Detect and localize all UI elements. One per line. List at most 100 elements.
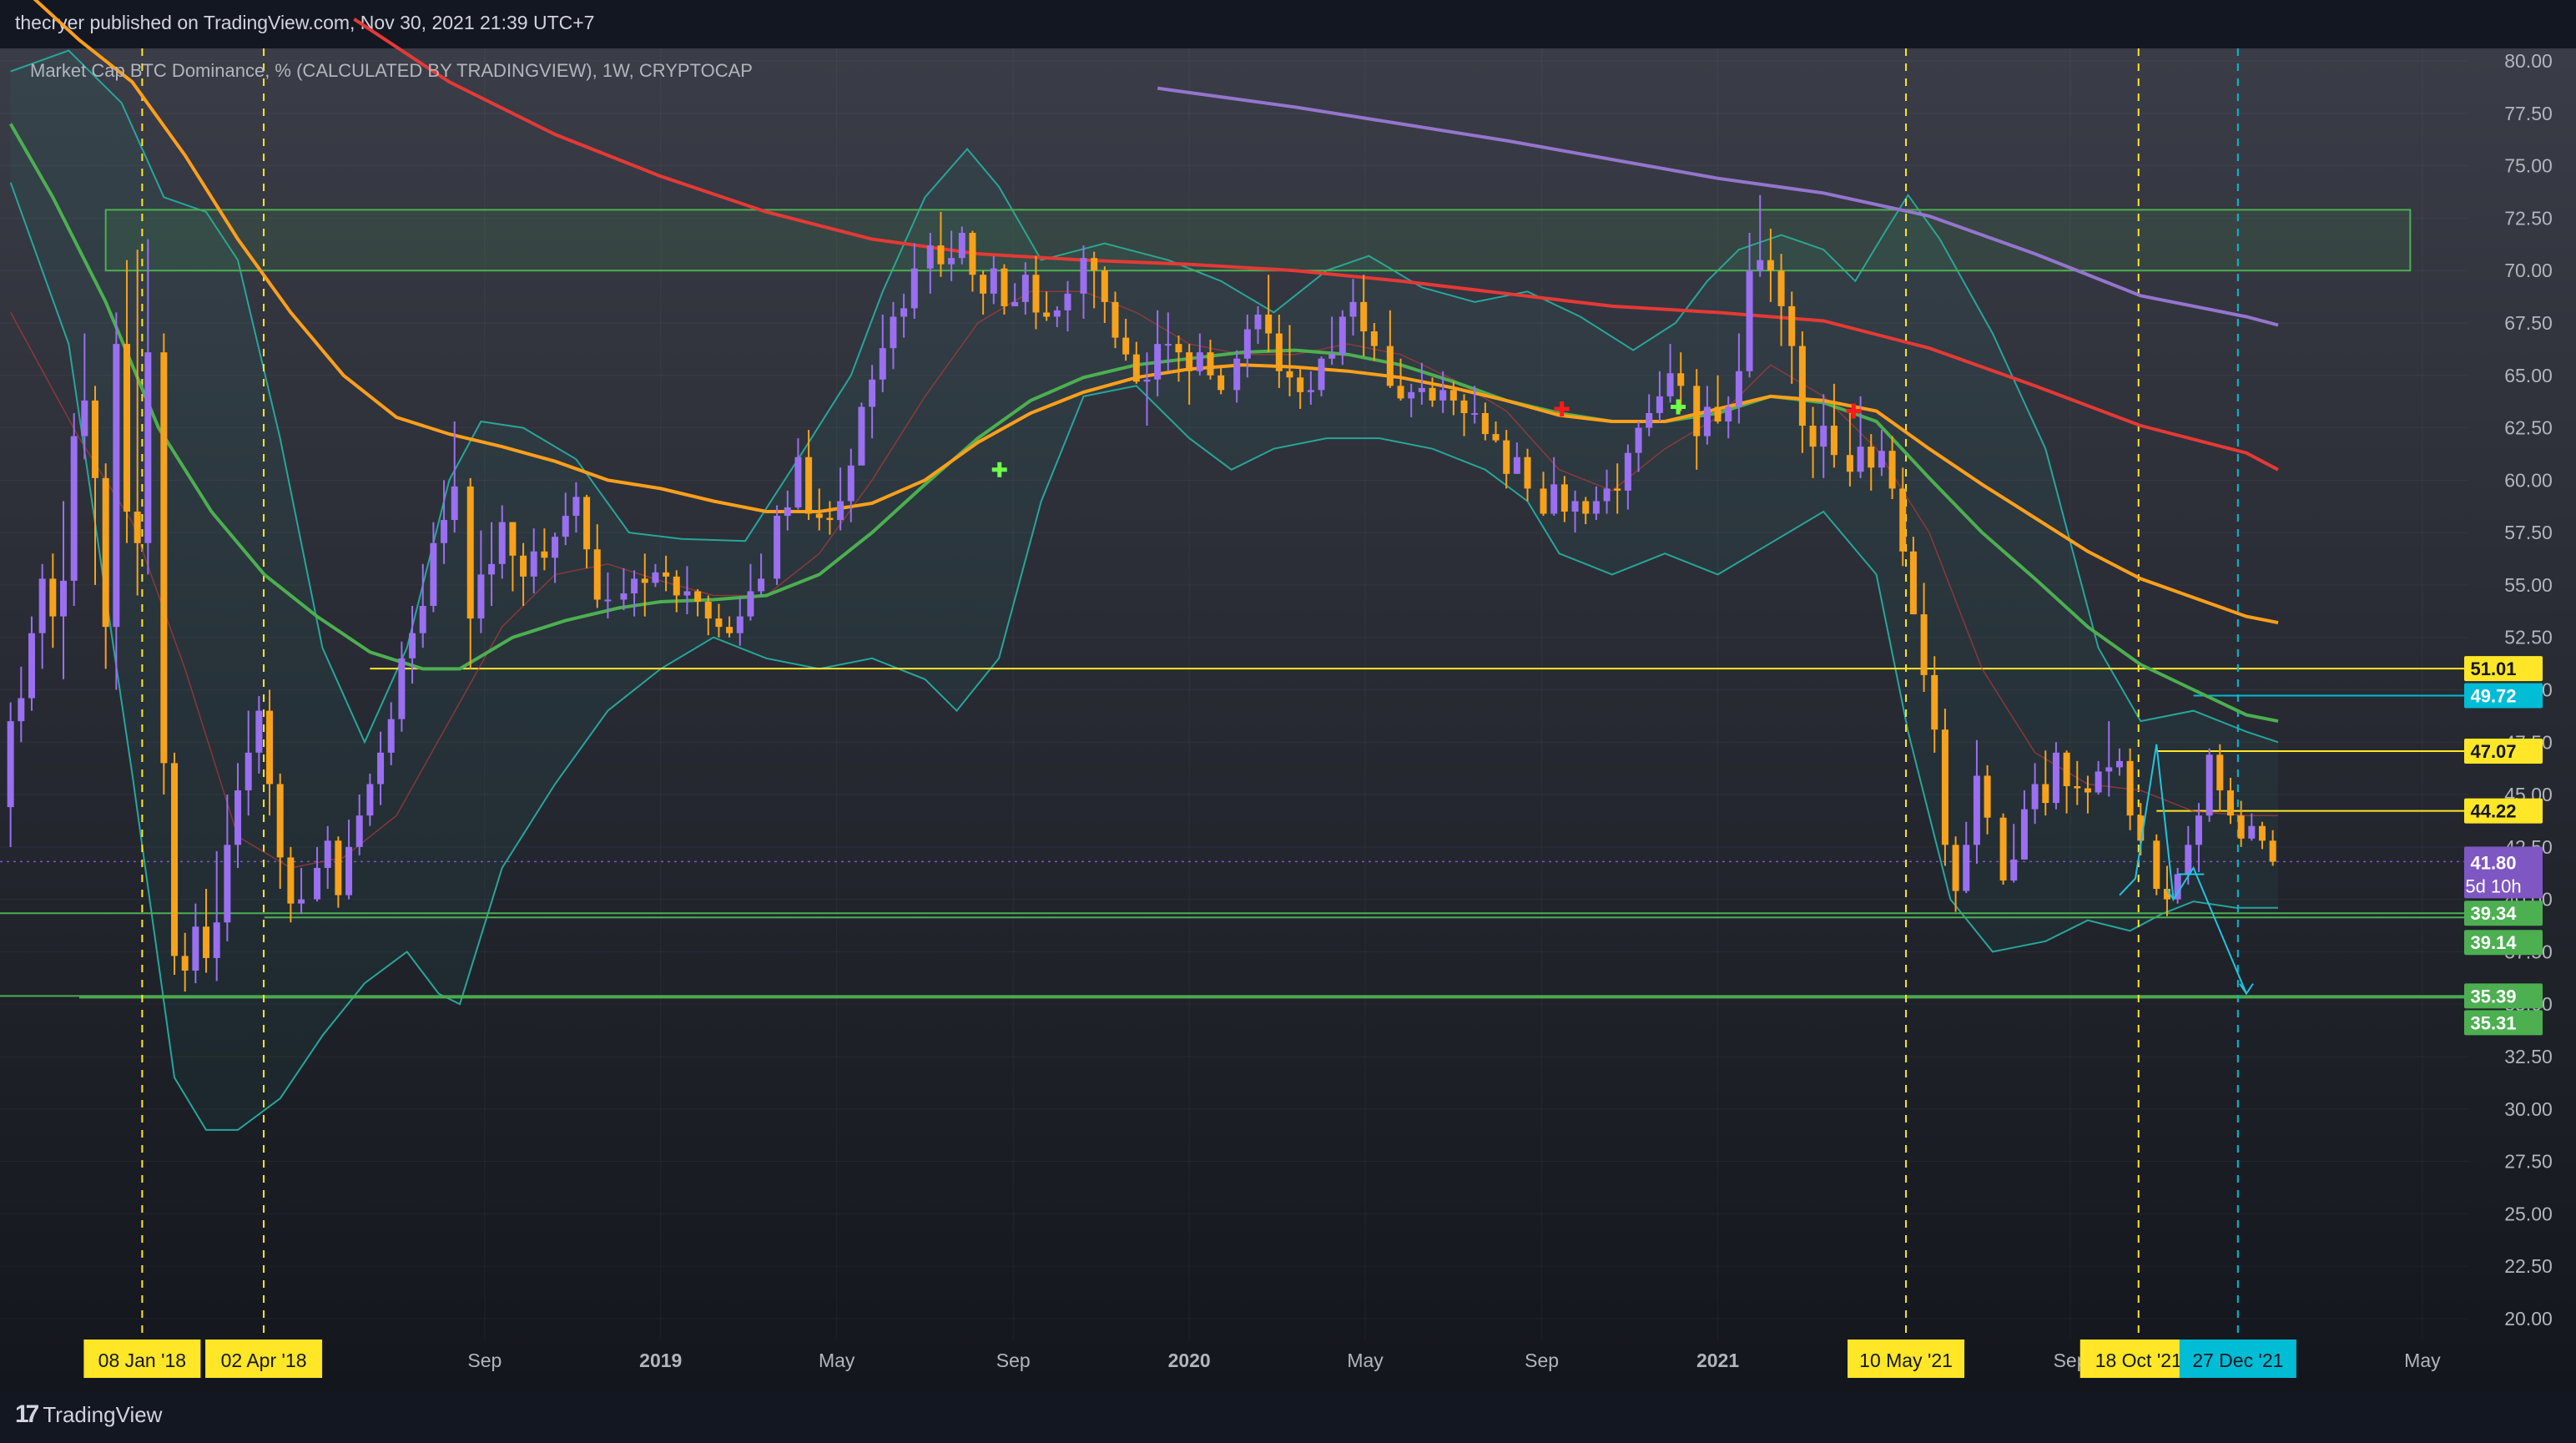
candle-body (1941, 729, 1948, 845)
price-label-text: 47.07 (2470, 741, 2516, 762)
candle-body (1677, 373, 1685, 386)
candle-body (990, 268, 997, 294)
candle-body (1233, 358, 1241, 391)
candle-body (1857, 447, 1864, 472)
candle-body (1217, 375, 1225, 391)
date-label-text: 10 May '21 (1859, 1350, 1953, 1371)
candle-body (1899, 488, 1907, 552)
candle-body (1164, 344, 1172, 346)
y-tick-label: 55.00 (2504, 574, 2553, 596)
candle-body (530, 551, 537, 577)
candle-body (1973, 775, 1980, 845)
candle-body (124, 344, 131, 512)
candle-body (631, 578, 638, 593)
candle-body (1021, 275, 1029, 302)
candle-body (1001, 268, 1008, 306)
candle-body (1878, 451, 1885, 468)
candle-body (1043, 312, 1051, 317)
candle-body (1888, 451, 1896, 489)
y-tick-label: 27.50 (2504, 1151, 2553, 1173)
candle-body (1080, 258, 1087, 294)
candle-body (1101, 270, 1108, 302)
candle-body (704, 602, 712, 619)
candle-body (1449, 390, 1457, 401)
candle-body (1920, 614, 1928, 675)
candle-body (1656, 396, 1663, 413)
date-label-text: 02 Apr '18 (221, 1350, 307, 1371)
candle-body (366, 784, 374, 816)
candle-body (1408, 391, 1415, 399)
candle-body (1286, 371, 1293, 378)
candle-body (1360, 301, 1368, 332)
candle-body (2226, 790, 2234, 816)
candle-body (1481, 412, 1489, 435)
candle-body (1328, 354, 1336, 359)
candle-body (2195, 815, 2202, 845)
candle-body (213, 922, 220, 958)
candle-body (541, 551, 548, 558)
candle-body (1624, 452, 1631, 491)
price-chart[interactable]: Market Cap BTC Dominance, % (CALCULATED … (0, 0, 2576, 1443)
candle-body (70, 436, 78, 581)
candle-body (805, 457, 813, 514)
candle-body (181, 956, 189, 971)
x-tick-label: Sep (1525, 1350, 1559, 1371)
candle-body (948, 258, 955, 265)
candle-body (466, 486, 474, 619)
candle-body (266, 710, 274, 785)
candle-body (673, 576, 680, 596)
candle-body (1318, 358, 1325, 391)
y-tick-label: 30.00 (2504, 1098, 2553, 1120)
candle-body (2063, 752, 2070, 786)
candle-body (1767, 260, 1774, 271)
candle-body (1370, 331, 1378, 346)
candle-body (694, 591, 702, 602)
candle-body (1798, 346, 1806, 426)
candle-body (192, 926, 199, 971)
x-tick-label: Sep (467, 1350, 502, 1371)
candle-body (1460, 400, 1468, 413)
footer (0, 1392, 2576, 1443)
candle-body (1999, 817, 2007, 881)
candle-body (377, 752, 385, 785)
y-tick-label: 25.00 (2504, 1203, 2553, 1224)
candle-body (794, 457, 802, 507)
candle-body (663, 572, 670, 577)
candle-body (1693, 386, 1701, 436)
candle-body (1122, 337, 1130, 355)
chart-title: Market Cap BTC Dominance, % (CALCULATED … (30, 60, 753, 81)
x-tick-label: 2019 (639, 1350, 682, 1371)
candle-body (758, 578, 765, 592)
candle-body (1603, 488, 1611, 502)
date-label-text: 18 Oct '21 (2095, 1350, 2182, 1371)
candle-body (2216, 754, 2224, 791)
candle-body (552, 537, 559, 558)
candle-body (2205, 754, 2213, 816)
y-tick-label: 60.00 (2504, 469, 2553, 491)
price-label-text: 49.72 (2470, 686, 2516, 707)
candle-body (1788, 305, 1796, 346)
candle-body (1725, 406, 1732, 422)
candle-body (910, 268, 918, 309)
price-label-text: 44.22 (2470, 801, 2516, 822)
candle-body (715, 618, 723, 628)
y-tick-label: 75.00 (2504, 155, 2553, 177)
candle-body (937, 245, 945, 265)
candle-body (1439, 390, 1447, 401)
candle-body (287, 857, 295, 904)
candle-body (2095, 771, 2102, 793)
candle-body (387, 719, 395, 753)
candle-body (1492, 434, 1500, 441)
candle-body (28, 633, 36, 699)
candle-body (1275, 333, 1283, 371)
candle-body (1571, 501, 1579, 512)
y-tick-label: 22.50 (2504, 1255, 2553, 1277)
candle-body (583, 497, 591, 550)
tradingview-wordmark: TradingView (43, 1401, 163, 1427)
x-tick-label: Sep (996, 1350, 1031, 1371)
candle-body (134, 512, 141, 543)
candle-body (879, 348, 886, 380)
candle-body (1429, 387, 1436, 401)
y-tick-label: 77.50 (2504, 103, 2553, 124)
tradingview-logo[interactable]: 17 TradingView (15, 1400, 162, 1429)
